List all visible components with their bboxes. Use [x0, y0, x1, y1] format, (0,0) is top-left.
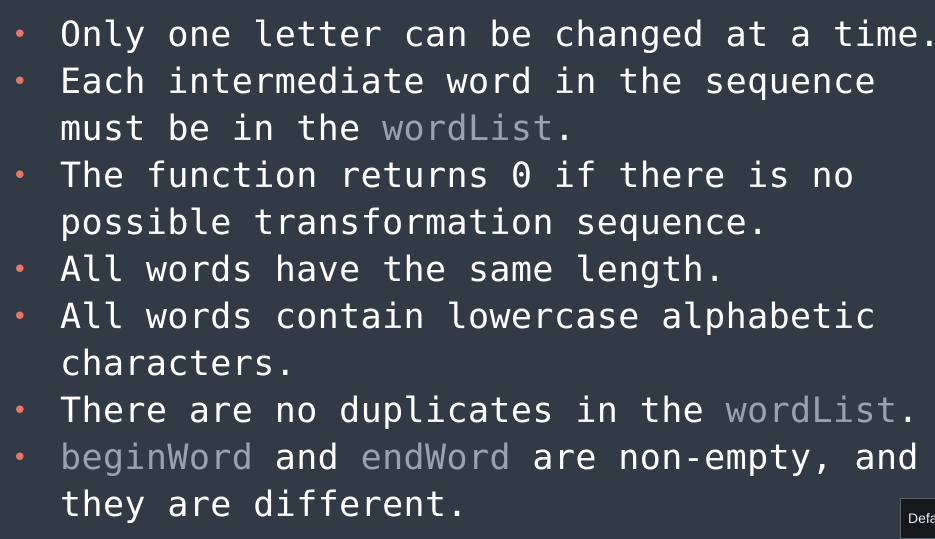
corner-default-button[interactable]: Defa — [900, 498, 935, 539]
bullet-text: . — [897, 391, 919, 431]
bullet-line: must be in the wordList. — [60, 106, 935, 153]
bullet-dot-icon: • — [12, 20, 28, 50]
bullet-line: All words have the same length. — [60, 247, 935, 294]
bullet-item: • All words contain lowercase alphabetic… — [0, 294, 935, 388]
bullet-text: must be in the — [60, 109, 383, 149]
bullet-text: Only one letter can be changed at a time… — [60, 15, 935, 55]
bullet-text: and — [253, 438, 361, 478]
bullet-dot-icon: • — [12, 161, 28, 191]
bullet-line: All words contain lowercase alphabetic — [60, 294, 935, 341]
bullet-line: beginWord and endWord are non-empty, and — [60, 435, 935, 482]
code-term-endword: endWord — [360, 438, 511, 478]
code-term-wordlist: wordList — [382, 109, 554, 149]
bullet-item: • Each intermediate word in the sequence… — [0, 59, 935, 153]
bullet-text: There are no duplicates in the — [60, 391, 726, 431]
bullet-text: possible transformation sequence. — [60, 203, 769, 243]
bullet-line: they are different. — [60, 482, 935, 529]
bullet-text: characters. — [60, 344, 297, 384]
bullet-text: All words have the same length. — [60, 250, 726, 290]
bullet-line: Each intermediate word in the sequence — [60, 59, 935, 106]
bullet-dot-icon: • — [12, 396, 28, 426]
bullet-item: • There are no duplicates in the wordLis… — [0, 388, 935, 435]
bullet-text: The function returns 0 if there is no — [60, 156, 855, 196]
bullet-dot-icon: • — [12, 255, 28, 285]
bullet-item: • beginWord and endWord are non-empty, a… — [0, 435, 935, 529]
code-term-beginword: beginWord — [60, 438, 254, 478]
bullet-text: . — [553, 109, 576, 149]
bullet-text: they are different. — [60, 485, 468, 525]
bullet-list: • Only one letter can be changed at a ti… — [0, 12, 935, 529]
bullet-dot-icon: • — [12, 67, 28, 97]
slide: • Only one letter can be changed at a ti… — [0, 0, 935, 539]
bullet-item: • All words have the same length. — [0, 247, 935, 294]
bullet-item: • Only one letter can be changed at a ti… — [0, 12, 935, 59]
bullet-text: Each intermediate word in the sequence — [60, 62, 876, 102]
bullet-line: characters. — [60, 341, 935, 388]
bullet-line: Only one letter can be changed at a time… — [60, 12, 935, 59]
bullet-line: The function returns 0 if there is no — [60, 153, 935, 200]
bullet-line: possible transformation sequence. — [60, 200, 935, 247]
bullet-dot-icon: • — [12, 302, 28, 332]
code-term-wordlist: wordList — [725, 391, 898, 431]
bullet-line: There are no duplicates in the wordList. — [60, 388, 935, 435]
bullet-text: are non-empty, and — [510, 438, 919, 478]
bullet-text: All words contain lowercase alphabetic — [60, 297, 876, 337]
bullet-item: • The function returns 0 if there is no … — [0, 153, 935, 247]
bullet-dot-icon: • — [12, 443, 28, 473]
